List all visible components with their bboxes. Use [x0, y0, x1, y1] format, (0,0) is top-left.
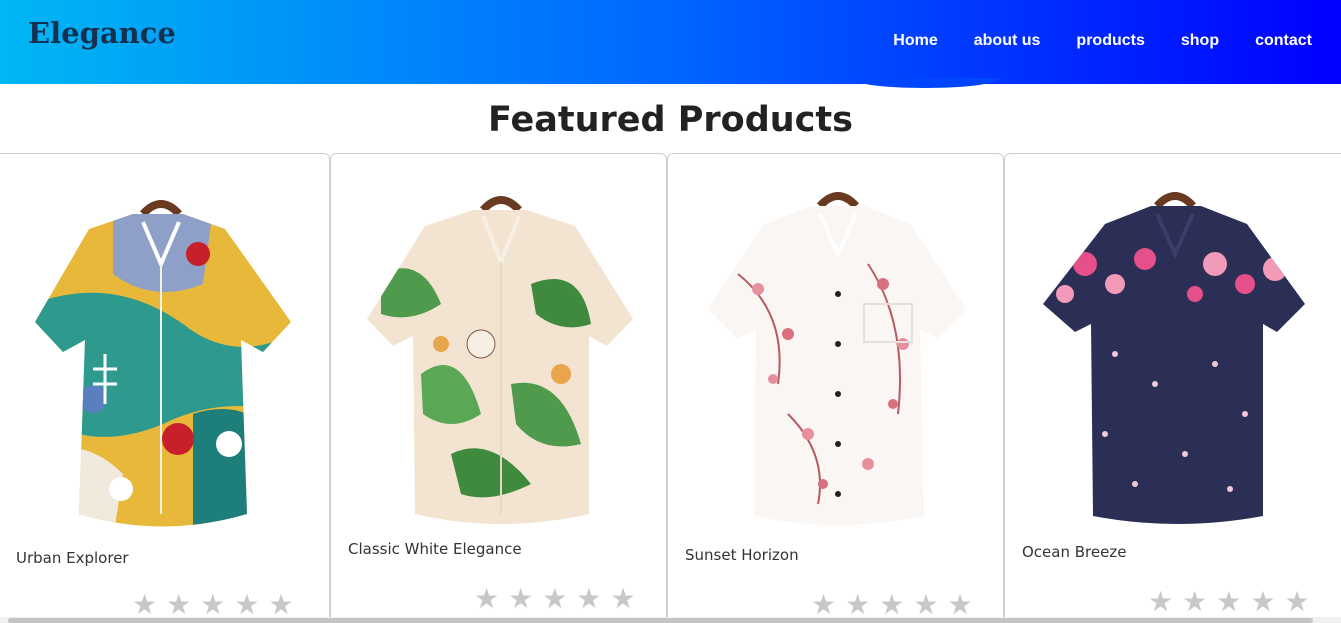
- product-image-classic-white-elegance[interactable]: [331, 154, 668, 544]
- star-icon[interactable]: ★: [234, 591, 259, 619]
- horizontal-scrollbar[interactable]: [0, 617, 1341, 623]
- product-name[interactable]: Ocean Breeze: [1022, 543, 1126, 561]
- section-title: Featured Products: [488, 100, 853, 140]
- star-icon[interactable]: ★: [879, 591, 904, 619]
- rating-stars[interactable]: ★ ★ ★ ★ ★: [1148, 588, 1319, 616]
- star-icon[interactable]: ★: [268, 591, 293, 619]
- star-icon[interactable]: ★: [166, 591, 191, 619]
- scrollbar-thumb[interactable]: [8, 618, 1313, 623]
- star-icon[interactable]: ★: [576, 585, 601, 613]
- rating-stars[interactable]: ★ ★ ★ ★ ★: [132, 591, 303, 619]
- product-name[interactable]: Sunset Horizon: [685, 546, 799, 564]
- product-image-ocean-breeze[interactable]: [1005, 154, 1341, 544]
- star-icon[interactable]: ★: [947, 591, 972, 619]
- star-icon[interactable]: ★: [845, 591, 870, 619]
- site-header: Elegance Home about us products shop con…: [0, 0, 1341, 88]
- product-card[interactable]: Urban Explorer ★ ★ ★ ★ ★: [0, 153, 330, 623]
- product-carousel: Urban Explorer ★ ★ ★ ★ ★ Classic White E…: [0, 153, 1341, 623]
- rating-stars[interactable]: ★ ★ ★ ★ ★: [811, 591, 982, 619]
- star-icon[interactable]: ★: [474, 585, 499, 613]
- star-icon[interactable]: ★: [913, 591, 938, 619]
- star-icon[interactable]: ★: [1216, 588, 1241, 616]
- star-icon[interactable]: ★: [1182, 588, 1207, 616]
- star-icon[interactable]: ★: [542, 585, 567, 613]
- nav-home[interactable]: Home: [893, 32, 937, 50]
- product-name[interactable]: Classic White Elegance: [348, 540, 522, 558]
- star-icon[interactable]: ★: [200, 591, 225, 619]
- star-icon[interactable]: ★: [508, 585, 533, 613]
- product-card[interactable]: Ocean Breeze ★ ★ ★ ★ ★: [1004, 153, 1341, 623]
- product-card[interactable]: Sunset Horizon ★ ★ ★ ★ ★: [667, 153, 1004, 623]
- star-icon[interactable]: ★: [1284, 588, 1309, 616]
- product-image-urban-explorer[interactable]: [0, 154, 331, 544]
- product-image-sunset-horizon[interactable]: [668, 154, 1005, 544]
- nav-about-us[interactable]: about us: [974, 32, 1041, 50]
- nav-shop[interactable]: shop: [1181, 32, 1219, 50]
- star-icon[interactable]: ★: [132, 591, 157, 619]
- star-icon[interactable]: ★: [1250, 588, 1275, 616]
- rating-stars[interactable]: ★ ★ ★ ★ ★: [474, 585, 645, 613]
- main-nav: Home about us products shop contact: [857, 32, 1312, 50]
- header-wave-decoration: [850, 78, 1000, 88]
- nav-products[interactable]: products: [1076, 32, 1144, 50]
- nav-contact[interactable]: contact: [1255, 32, 1312, 50]
- product-card[interactable]: Classic White Elegance ★ ★ ★ ★ ★: [330, 153, 667, 623]
- site-logo[interactable]: Elegance: [28, 16, 176, 50]
- product-name[interactable]: Urban Explorer: [16, 549, 129, 567]
- star-icon[interactable]: ★: [610, 585, 635, 613]
- star-icon[interactable]: ★: [811, 591, 836, 619]
- star-icon[interactable]: ★: [1148, 588, 1173, 616]
